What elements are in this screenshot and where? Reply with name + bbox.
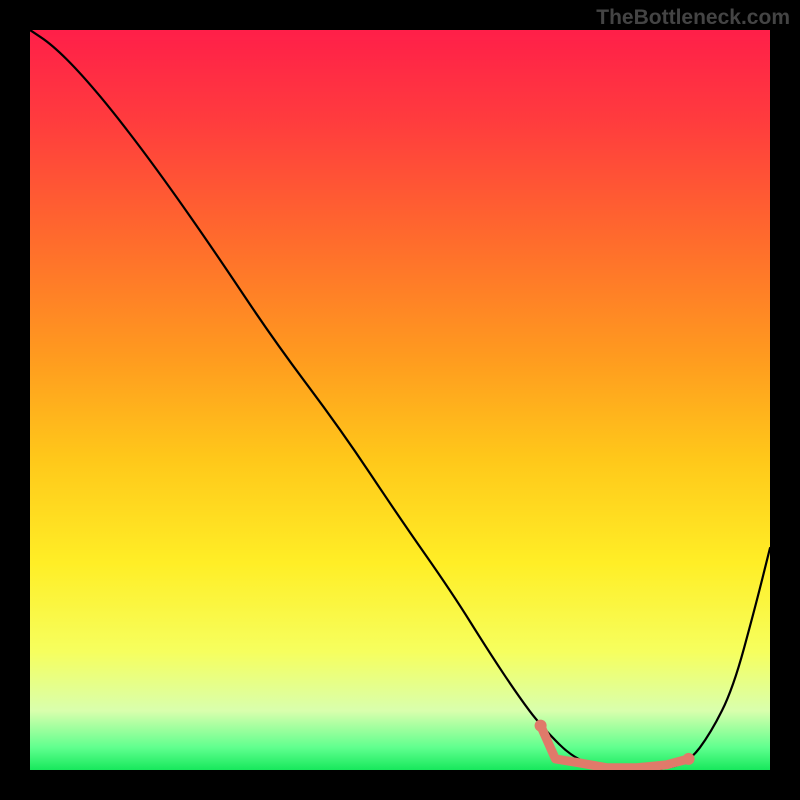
watermark-text: TheBottleneck.com — [596, 6, 790, 30]
plot-area — [30, 30, 770, 770]
chart-svg — [30, 30, 770, 770]
gradient-rect — [30, 30, 770, 770]
